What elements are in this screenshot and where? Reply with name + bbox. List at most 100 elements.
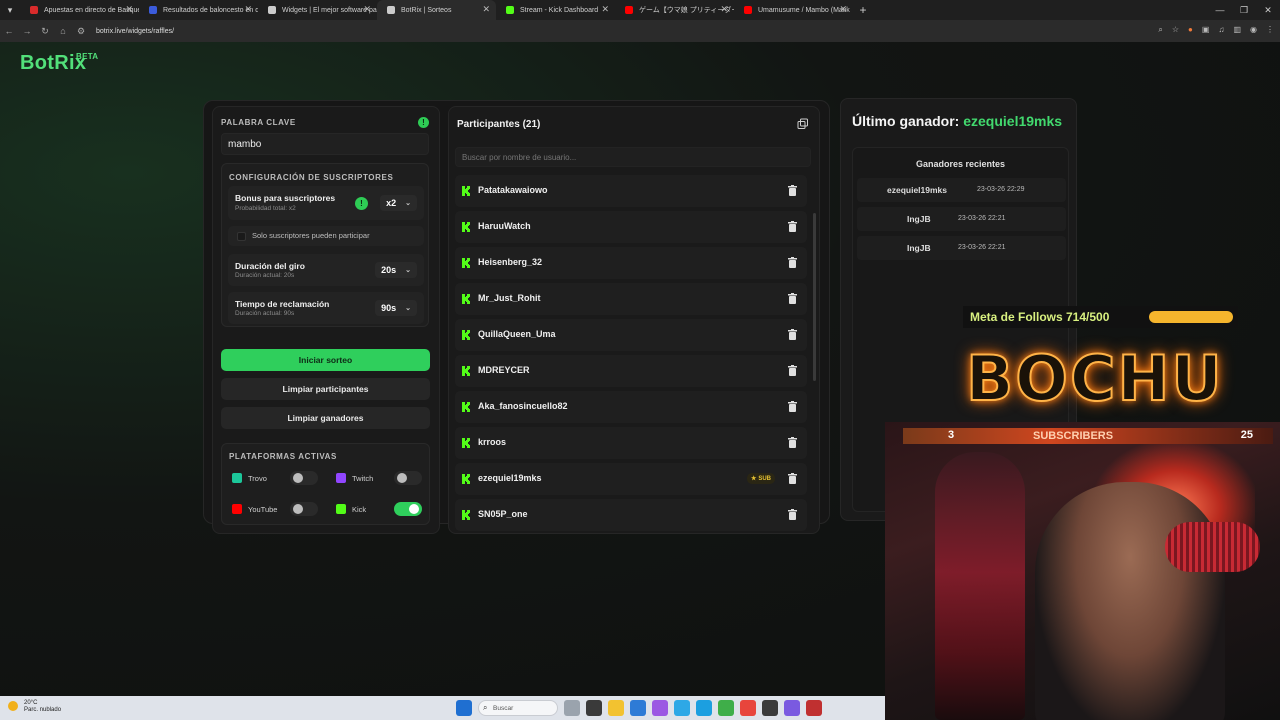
tab-close-icon[interactable]: ✕ (720, 4, 728, 15)
url-field[interactable]: botrix.live/widgets/raffles/ (96, 28, 174, 35)
winner-date: 23-03-26 22:21 (958, 244, 1006, 251)
tab-favicon-icon (744, 6, 752, 14)
platform-twitch: Twitch (330, 468, 426, 488)
trash-icon[interactable] (788, 257, 797, 268)
claim-time-select[interactable]: 90s ⌄ (375, 300, 417, 316)
only-subs-checkbox[interactable] (237, 232, 246, 241)
trash-icon[interactable] (788, 437, 797, 448)
platform-toggle[interactable] (394, 471, 422, 485)
browser-tab[interactable]: ゲーム【ウマ娘 プリティーダービ✕ (615, 0, 734, 20)
tab-close-icon[interactable]: ✕ (482, 4, 490, 15)
menu-icon[interactable]: ⋮ (1266, 25, 1274, 35)
bookmark-star-icon[interactable]: ☆ (1172, 25, 1179, 35)
browser-tab[interactable]: Umamusume / Mambo (Matik ✕ (734, 0, 853, 20)
file-explorer-icon[interactable] (608, 700, 624, 716)
kick-icon (462, 222, 470, 232)
extension-icon[interactable]: ● (1188, 25, 1193, 35)
platform-toggle[interactable] (290, 471, 318, 485)
platform-toggle[interactable] (290, 502, 318, 516)
taskbar-search[interactable]: Buscar (478, 700, 558, 716)
tab-search-icon[interactable]: ▾ (0, 5, 20, 16)
kick-icon (462, 474, 470, 484)
media-icon[interactable]: ♫ (1218, 25, 1224, 35)
clear-participants-button[interactable]: Limpiar participantes (221, 378, 430, 400)
reload-icon[interactable]: ↻ (36, 26, 54, 37)
site-info-icon[interactable]: ⚙ (72, 26, 90, 37)
trash-icon[interactable] (788, 401, 797, 412)
app-icon[interactable] (652, 700, 668, 716)
winner-row: IngJB 23-03-26 22:21 (857, 236, 1066, 260)
obs-icon[interactable] (762, 700, 778, 716)
tab-close-icon[interactable]: ✕ (125, 4, 133, 15)
only-subs-row[interactable]: Solo suscriptores pueden participar (228, 226, 424, 246)
home-icon[interactable]: ⌂ (54, 26, 72, 36)
back-icon[interactable]: ← (0, 26, 18, 36)
widgets-icon[interactable] (564, 700, 580, 716)
browser-icon[interactable] (696, 700, 712, 716)
trash-icon[interactable] (788, 185, 797, 196)
platform-label: Kick (352, 504, 367, 514)
sidebar-icon[interactable]: ▥ (1233, 25, 1241, 35)
bonus-select[interactable]: x2 ⌄ (380, 195, 417, 211)
trash-icon[interactable] (788, 221, 797, 232)
platform-toggle[interactable] (394, 502, 422, 516)
spin-duration-select[interactable]: 20s ⌄ (375, 262, 417, 278)
task-view-icon[interactable] (586, 700, 602, 716)
minimize-icon[interactable]: — (1208, 0, 1232, 20)
keyword-label: PALABRA CLAVE (221, 118, 296, 127)
start-raffle-button[interactable]: Iniciar sorteo (221, 349, 430, 371)
weather-widget[interactable]: 20°C Parc. nublado (8, 700, 61, 714)
participant-search-input[interactable] (455, 147, 811, 167)
browser-tab[interactable]: Stream - Kick Dashboard ✕ (496, 0, 615, 20)
app-red-icon[interactable] (806, 700, 822, 716)
participant-row: SN05P_one (455, 499, 807, 531)
kick-icon (462, 366, 470, 376)
participant-name: ezequiel19mks (478, 473, 542, 483)
platform-youtube: YouTube (226, 499, 322, 519)
trash-icon[interactable] (788, 329, 797, 340)
trash-icon[interactable] (788, 365, 797, 376)
restore-icon[interactable]: ❐ (1232, 0, 1256, 20)
edge-icon[interactable] (674, 700, 690, 716)
zoom-icon[interactable]: ⌕ (1158, 25, 1162, 35)
tab-favicon-icon (506, 6, 514, 14)
browser-tab[interactable]: BotRix | Sorteos ✕ (377, 0, 496, 20)
tab-close-icon[interactable]: ✕ (244, 4, 252, 15)
participant-name: MDREYCER (478, 365, 530, 375)
trash-icon[interactable] (788, 293, 797, 304)
discord-icon[interactable] (784, 700, 800, 716)
trash-icon[interactable] (788, 509, 797, 520)
profile-icon[interactable]: ◉ (1250, 25, 1257, 35)
info-icon[interactable]: ! (418, 117, 429, 128)
bonus-info-icon[interactable]: ! (355, 197, 368, 210)
tab-close-icon[interactable]: ✕ (839, 4, 847, 15)
store-icon[interactable] (630, 700, 646, 716)
taskbar-search-label: Buscar (493, 704, 514, 712)
chrome-profile-icon[interactable] (740, 700, 756, 716)
browser-tab[interactable]: Widgets | El mejor software pa ✕ (258, 0, 377, 20)
copy-icon[interactable] (797, 118, 809, 130)
participant-name: QuillaQueen_Uma (478, 329, 556, 339)
new-tab-button[interactable]: + (853, 3, 873, 17)
tab-favicon-icon (387, 6, 395, 14)
browser-tab[interactable]: Resultados de baloncesto en d ✕ (139, 0, 258, 20)
forward-icon[interactable]: → (18, 26, 36, 36)
participants-scrollbar[interactable] (813, 213, 816, 381)
trash-icon[interactable] (788, 473, 797, 484)
sub-goal-label: SUBSCRIBERS (1033, 430, 1114, 442)
last-winner-name: ezequiel19mks (963, 113, 1063, 129)
browser-tab[interactable]: Apuestas en directo de Basque ✕ (20, 0, 139, 20)
windows-start-icon[interactable] (456, 700, 472, 716)
clear-winners-button[interactable]: Limpiar ganadores (221, 407, 430, 429)
platforms-title: PLATAFORMAS ACTIVAS (229, 452, 337, 461)
spin-subtitle: Duración actual: 20s (235, 272, 295, 279)
botrix-logo[interactable]: BotRix BETA (20, 52, 98, 75)
extensions-puzzle-icon[interactable]: ▣ (1202, 25, 1210, 35)
microphone-image (1165, 522, 1260, 572)
tab-close-icon[interactable]: ✕ (601, 4, 609, 15)
chrome-icon[interactable] (718, 700, 734, 716)
tab-close-icon[interactable]: ✕ (363, 4, 371, 15)
keyword-input[interactable] (221, 133, 429, 155)
close-window-icon[interactable]: ✕ (1256, 0, 1280, 20)
kick-icon (462, 294, 470, 304)
